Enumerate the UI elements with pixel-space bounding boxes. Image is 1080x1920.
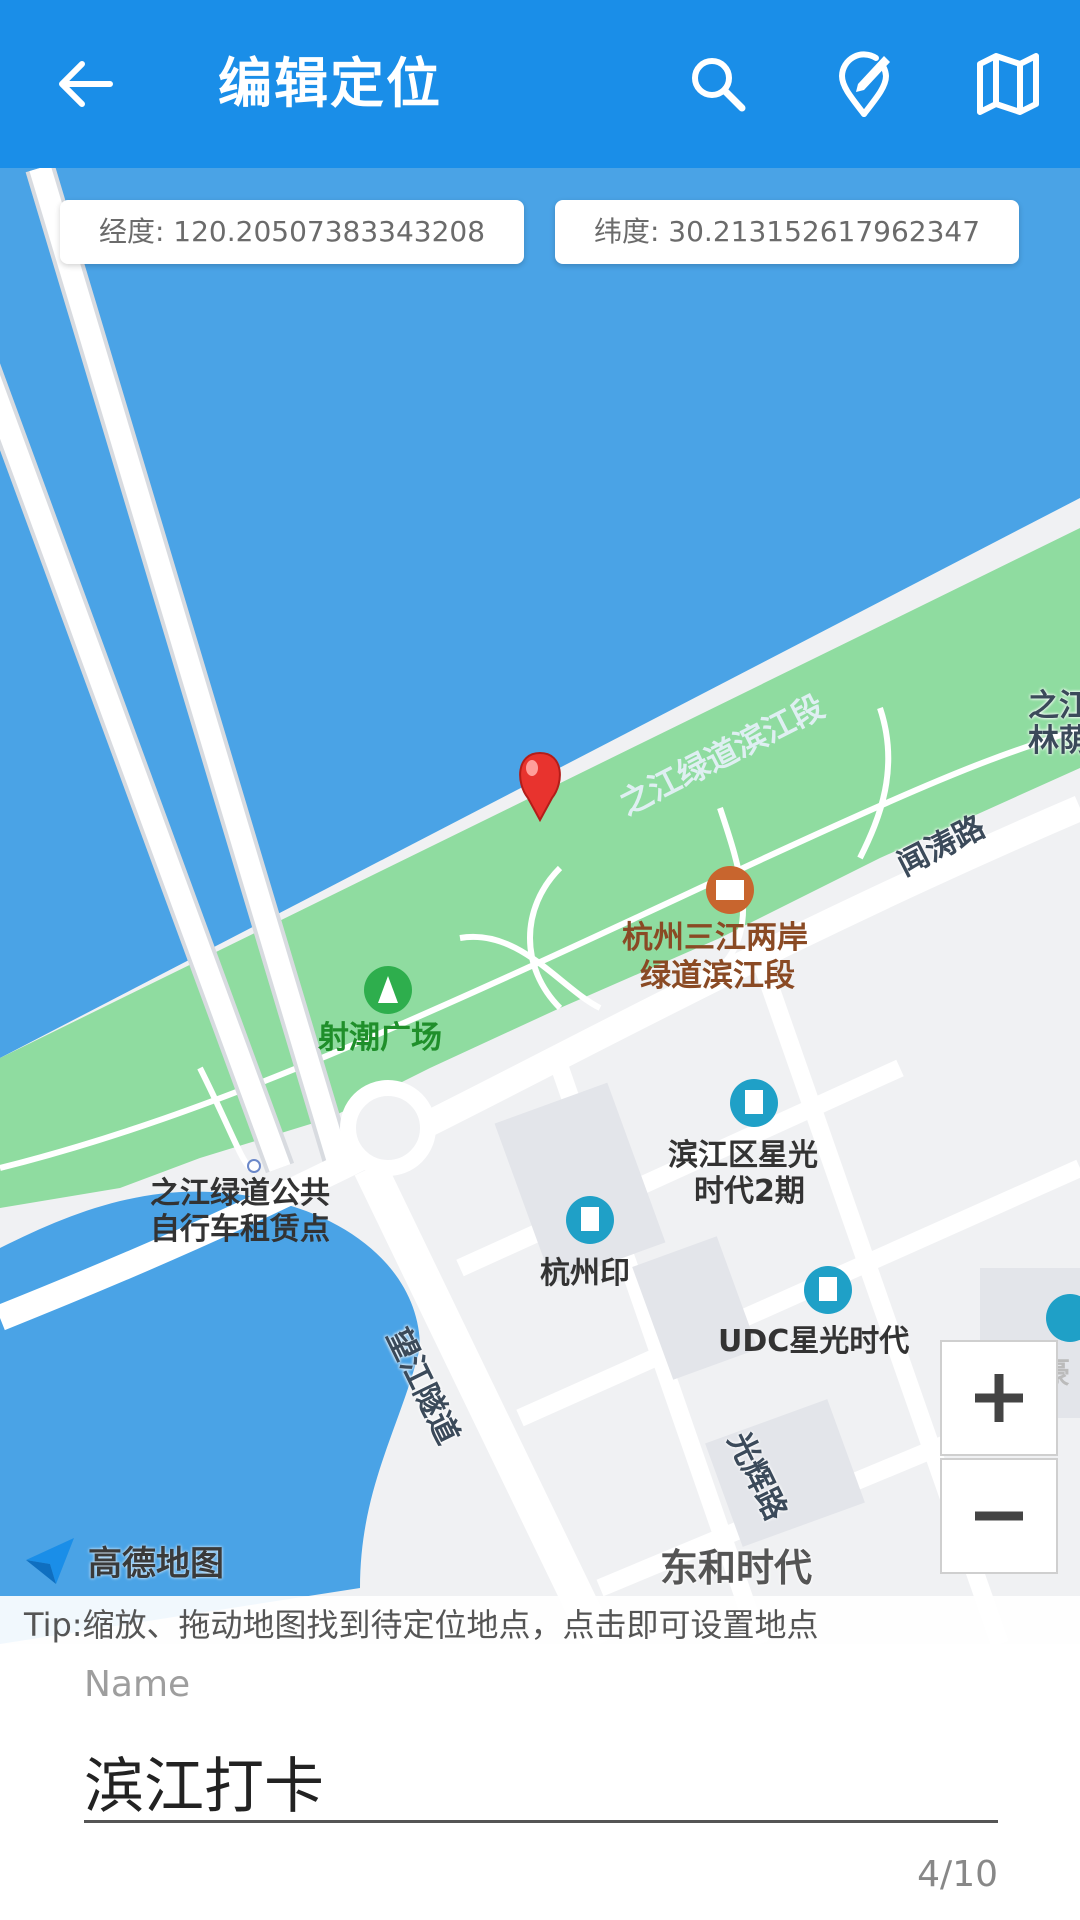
longitude-display: 经度: 120.20507383343208	[60, 200, 524, 264]
edit-location-button[interactable]	[826, 46, 902, 122]
search-button[interactable]	[680, 46, 756, 122]
map-label-sanjiang-1: 杭州三江两岸	[622, 920, 808, 956]
map-label-xingguang-2: 时代2期	[694, 1174, 805, 1209]
map-label-xingguang-1: 滨江区星光	[668, 1138, 818, 1173]
plus-icon	[975, 1374, 1023, 1422]
poi-park-icon	[364, 966, 412, 1014]
char-counter: 4/10	[917, 1854, 998, 1895]
edit-location-icon	[838, 51, 890, 117]
map-tip: Tip:缩放、拖动地图找到待定位地点，点击即可设置地点	[24, 1606, 819, 1644]
map-view[interactable]: 之江绿道滨江段 之江 林荫 闻涛路 杭州三江两岸 绿道滨江段 射潮广场 之江绿道…	[0, 168, 1080, 1644]
map-canvas[interactable]	[0, 168, 1080, 1644]
map-label-udc: UDC星光时代	[718, 1324, 910, 1359]
latitude-display: 纬度: 30.213152617962347	[555, 200, 1019, 264]
map-label-hangzhouyin: 杭州印	[540, 1256, 630, 1291]
arrow-left-icon	[59, 61, 113, 107]
map-tip-bar: Tip:缩放、拖动地图找到待定位地点，点击即可设置地点	[0, 1596, 1080, 1644]
poi-landmark-icon	[706, 866, 754, 914]
zoom-in-button[interactable]	[940, 1340, 1058, 1456]
bike-point-icon	[247, 1159, 261, 1173]
poi-building-icon	[730, 1079, 778, 1127]
name-input[interactable]: 滨江打卡	[84, 1738, 324, 1825]
map-button[interactable]	[970, 46, 1046, 122]
map-label-bike-2: 自行车租赁点	[150, 1212, 330, 1247]
poi-building-icon	[566, 1196, 614, 1244]
map-label-shechao: 射潮广场	[318, 1020, 442, 1056]
map-label-zhijiang-1: 之江	[1028, 688, 1080, 724]
map-label-donghe: 东和时代	[660, 1546, 813, 1590]
zoom-out-button[interactable]	[940, 1458, 1058, 1574]
app-bar: 编辑定位	[0, 0, 1080, 168]
page-title: 编辑定位	[218, 52, 442, 115]
map-icon	[977, 53, 1039, 115]
poi-building-icon	[804, 1266, 852, 1314]
search-icon	[692, 58, 746, 112]
minus-icon	[975, 1511, 1023, 1521]
name-label: Name	[84, 1664, 191, 1705]
map-logo-text: 高德地图	[88, 1544, 224, 1584]
back-button[interactable]	[48, 46, 124, 122]
amap-logo-icon	[26, 1538, 74, 1584]
map-label-zhijiang-2: 林荫	[1028, 723, 1080, 759]
map-label-bike-1: 之江绿道公共	[150, 1176, 330, 1211]
name-input-underline	[84, 1820, 998, 1823]
map-label-sanjiang-2: 绿道滨江段	[640, 958, 795, 994]
